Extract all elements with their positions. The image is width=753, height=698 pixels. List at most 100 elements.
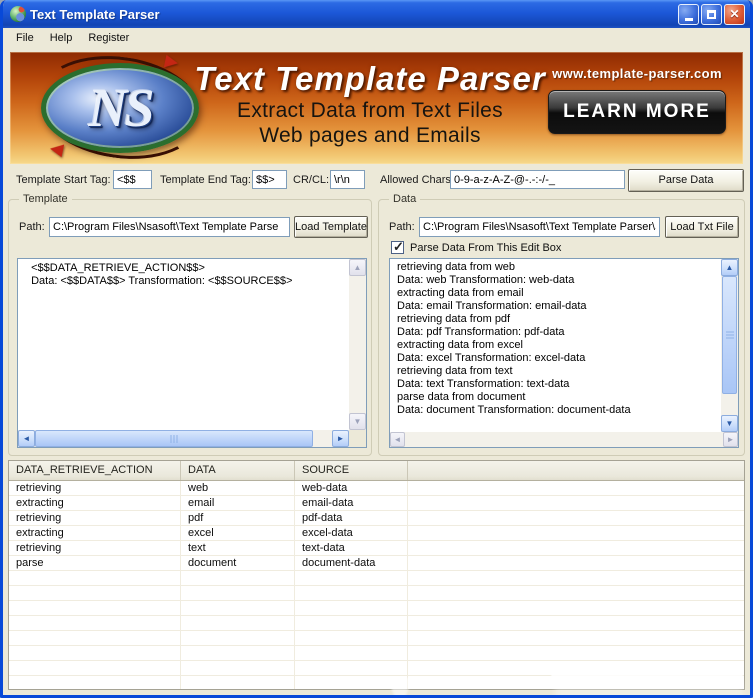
scroll-down-icon[interactable]: ▼: [349, 413, 366, 430]
table-cell: [295, 661, 408, 675]
end-tag-input[interactable]: [252, 170, 287, 189]
learn-more-button[interactable]: LEARN MORE: [548, 90, 726, 134]
table-cell: [181, 586, 295, 600]
results-header: DATA_RETRIEVE_ACTIONDATASOURCE: [9, 461, 744, 481]
data-path-input[interactable]: [419, 217, 660, 237]
table-cell: [408, 541, 744, 555]
start-tag-input[interactable]: [113, 170, 152, 189]
table-cell: [9, 646, 181, 660]
parse-checkbox-row: Parse Data From This Edit Box: [391, 241, 561, 254]
load-txt-file-button[interactable]: Load Txt File: [665, 216, 739, 238]
website-link[interactable]: www.template-parser.com: [537, 66, 737, 81]
data-vscrollbar[interactable]: ▲ ▼: [721, 259, 738, 432]
title-bar[interactable]: Text Template Parser ✕: [3, 0, 750, 28]
table-row-empty[interactable]: [9, 631, 744, 646]
data-group-title: Data: [389, 193, 420, 205]
scroll-left-icon[interactable]: ◄: [390, 432, 405, 447]
table-cell: [408, 481, 744, 495]
data-editbox[interactable]: retrieving data from webData: web Transf…: [389, 258, 739, 448]
template-vscrollbar[interactable]: ▲ ▼: [349, 259, 366, 430]
window-title: Text Template Parser: [30, 7, 678, 22]
scroll-right-icon[interactable]: ►: [332, 430, 349, 447]
table-cell: [295, 601, 408, 615]
close-button[interactable]: ✕: [724, 4, 745, 25]
column-header-DATA[interactable]: DATA: [181, 461, 295, 480]
template-hscrollbar[interactable]: ◄ ►: [18, 430, 349, 447]
table-cell: [408, 526, 744, 540]
scroll-thumb[interactable]: [35, 430, 313, 447]
minimize-button[interactable]: [678, 4, 699, 25]
table-cell: [181, 571, 295, 585]
table-cell: parse: [9, 556, 181, 570]
table-row[interactable]: parsedocumentdocument-data: [9, 556, 744, 571]
menu-item-help[interactable]: Help: [42, 30, 81, 46]
table-row[interactable]: retrievingpdfpdf-data: [9, 511, 744, 526]
table-row[interactable]: extractingemailemail-data: [9, 496, 744, 511]
table-cell: [295, 586, 408, 600]
banner-center: Text Template Parser Extract Data from T…: [160, 60, 580, 148]
table-cell: extracting: [9, 526, 181, 540]
scroll-thumb[interactable]: [722, 276, 737, 394]
menu-item-file[interactable]: File: [8, 30, 42, 46]
parse-data-button[interactable]: Parse Data: [628, 169, 744, 192]
table-row-empty[interactable]: [9, 586, 744, 601]
data-line: retrieving data from text: [397, 365, 721, 378]
scroll-up-icon[interactable]: ▲: [721, 259, 738, 276]
table-cell: [9, 676, 181, 690]
table-row-empty[interactable]: [9, 601, 744, 616]
logo-text: NS: [88, 77, 151, 139]
table-row-empty[interactable]: [9, 616, 744, 631]
banner-title: Text Template Parser: [160, 60, 580, 98]
allowed-chars-input[interactable]: [450, 170, 625, 189]
parse-edit-box-checkbox[interactable]: [391, 241, 404, 254]
column-header-SOURCE[interactable]: SOURCE: [295, 461, 408, 480]
table-row-empty[interactable]: [9, 571, 744, 586]
scroll-down-icon[interactable]: ▼: [721, 415, 738, 432]
data-hscrollbar[interactable]: ◄ ►: [390, 432, 738, 447]
table-cell: excel: [181, 526, 295, 540]
template-editbox[interactable]: <$$DATA_RETRIEVE_ACTION$$> Data: <$$DATA…: [17, 258, 367, 448]
table-cell: [408, 631, 744, 645]
data-content: retrieving data from webData: web Transf…: [390, 259, 721, 432]
data-line: Data: email Transformation: email-data: [397, 300, 721, 313]
table-row-empty[interactable]: [9, 661, 744, 676]
table-row[interactable]: extractingexcelexcel-data: [9, 526, 744, 541]
scroll-right-icon[interactable]: ►: [723, 432, 738, 447]
table-row-empty[interactable]: [9, 646, 744, 661]
load-template-button[interactable]: Load Template: [294, 216, 368, 238]
parse-edit-box-label: Parse Data From This Edit Box: [410, 242, 561, 254]
template-line: Data: <$$DATA$$> Transformation: <$$SOUR…: [25, 275, 349, 288]
table-cell: text: [181, 541, 295, 555]
table-cell: [408, 616, 744, 630]
template-group: Template Path: Load Template <$$DATA_RET…: [8, 199, 372, 456]
table-cell: [9, 631, 181, 645]
table-cell: [295, 616, 408, 630]
table-cell: retrieving: [9, 511, 181, 525]
table-cell: [9, 601, 181, 615]
crcl-input[interactable]: [330, 170, 365, 189]
template-group-title: Template: [19, 193, 72, 205]
scroll-track: [313, 430, 332, 447]
table-row[interactable]: retrievingwebweb-data: [9, 481, 744, 496]
table-row-empty[interactable]: [9, 676, 744, 690]
scroll-left-icon[interactable]: ◄: [18, 430, 35, 447]
table-cell: [9, 586, 181, 600]
table-cell: [408, 661, 744, 675]
table-cell: [9, 616, 181, 630]
template-path-input[interactable]: [49, 217, 290, 237]
scroll-up-icon[interactable]: ▲: [349, 259, 366, 276]
banner-subtitle-2: Web pages and Emails: [160, 124, 580, 148]
column-header-DATA_RETRIEVE_ACTION[interactable]: DATA_RETRIEVE_ACTION: [9, 461, 181, 480]
minimize-icon: [685, 18, 693, 21]
table-row[interactable]: retrievingtexttext-data: [9, 541, 744, 556]
table-cell: document-data: [295, 556, 408, 570]
maximize-button[interactable]: [701, 4, 722, 25]
scroll-track: [349, 276, 366, 413]
table-cell: [295, 646, 408, 660]
table-cell: pdf-data: [295, 511, 408, 525]
menu-item-register[interactable]: Register: [80, 30, 137, 46]
column-header-empty[interactable]: [408, 461, 744, 480]
data-line: extracting data from email: [397, 287, 721, 300]
table-cell: [9, 661, 181, 675]
data-line: Data: text Transformation: text-data: [397, 378, 721, 391]
